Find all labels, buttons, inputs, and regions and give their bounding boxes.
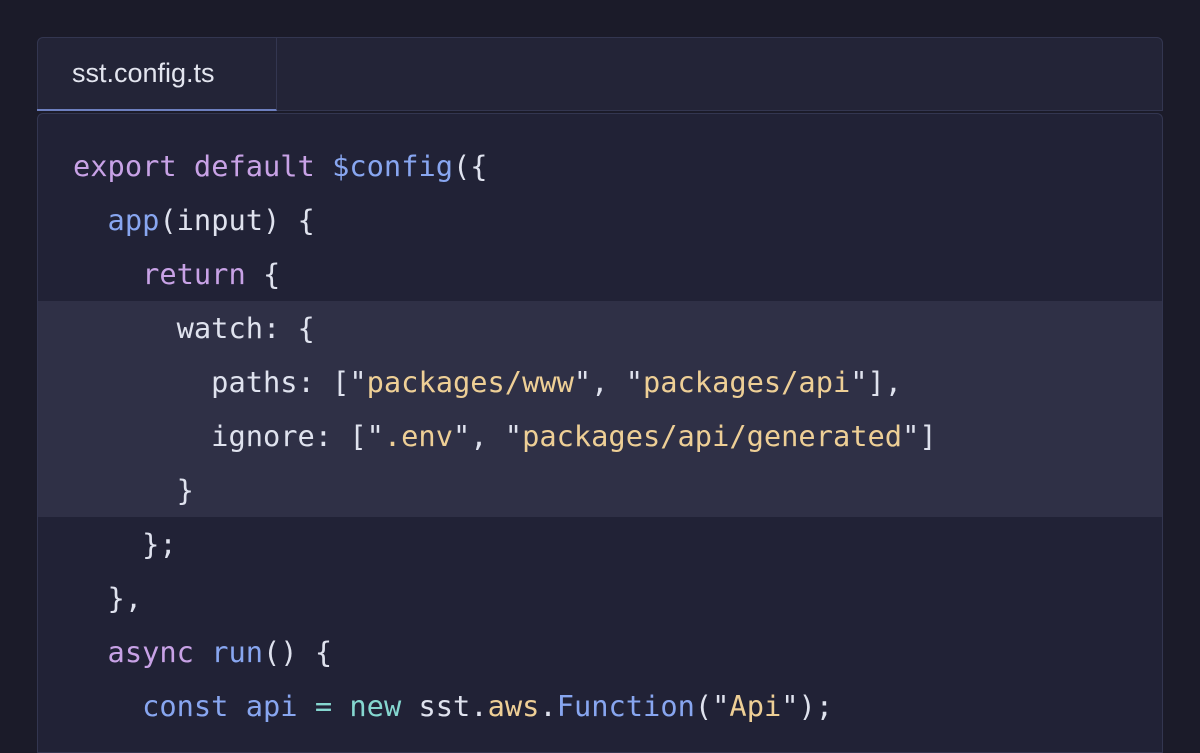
code-token: new xyxy=(349,689,402,723)
code-token: return xyxy=(142,257,246,291)
code-token: default xyxy=(193,149,315,183)
code-token: packages/www xyxy=(366,365,574,399)
editor-tab-bar: sst.config.ts xyxy=(37,37,1163,111)
code-editor[interactable]: export default $config({ app(input) { re… xyxy=(37,113,1163,753)
code-token: (input) { xyxy=(159,203,315,237)
code-token: "); xyxy=(781,689,834,723)
code-line: export default $config({ xyxy=(38,139,1162,193)
code-token: }, xyxy=(73,581,143,615)
code-line: async run() { xyxy=(38,625,1162,679)
highlighted-code-line: } xyxy=(38,463,1162,517)
code-token: } xyxy=(73,473,194,507)
code-token: api xyxy=(245,689,298,723)
code-token: packages/api xyxy=(642,365,851,399)
code-token: "], xyxy=(850,365,903,399)
code-token: () { xyxy=(263,635,333,669)
code-token: app xyxy=(107,203,160,237)
code-token: ", " xyxy=(452,419,523,453)
code-token: sst. xyxy=(401,689,488,723)
code-token: aws xyxy=(487,689,540,723)
code-token: packages/api/generated xyxy=(522,419,903,453)
code-token: watch: { xyxy=(73,311,315,345)
code-token: paths: [" xyxy=(73,365,367,399)
code-token: . xyxy=(539,689,557,723)
code-token: const xyxy=(142,689,229,723)
code-token: Function xyxy=(556,689,695,723)
code-token: export xyxy=(73,149,177,183)
code-token: (" xyxy=(694,689,730,723)
code-token: { xyxy=(245,257,281,291)
code-token: ", " xyxy=(573,365,643,399)
code-block: export default $config({ app(input) { re… xyxy=(38,139,1162,733)
code-token: "] xyxy=(902,419,937,453)
highlighted-code-line: paths: ["packages/www", "packages/api"], xyxy=(38,355,1162,409)
highlighted-code-line: ignore: [".env", "packages/api/generated… xyxy=(38,409,1162,463)
code-token: async xyxy=(107,635,194,669)
code-token: ({ xyxy=(453,149,488,183)
code-token: $config xyxy=(332,149,454,183)
code-line: app(input) { xyxy=(38,193,1162,247)
code-line: const api = new sst.aws.Function("Api"); xyxy=(38,679,1162,733)
code-token: run xyxy=(211,635,264,669)
code-line: }, xyxy=(38,571,1162,625)
code-token: .env xyxy=(383,419,453,453)
code-line: return { xyxy=(38,247,1162,301)
code-line: }; xyxy=(38,517,1162,571)
code-token: Api xyxy=(729,689,782,723)
highlighted-code-line: watch: { xyxy=(38,301,1162,355)
code-token: = xyxy=(314,689,333,723)
code-token: }; xyxy=(73,527,177,561)
code-token: ignore: [" xyxy=(73,419,384,453)
tab-sst-config-ts[interactable]: sst.config.ts xyxy=(37,37,277,111)
